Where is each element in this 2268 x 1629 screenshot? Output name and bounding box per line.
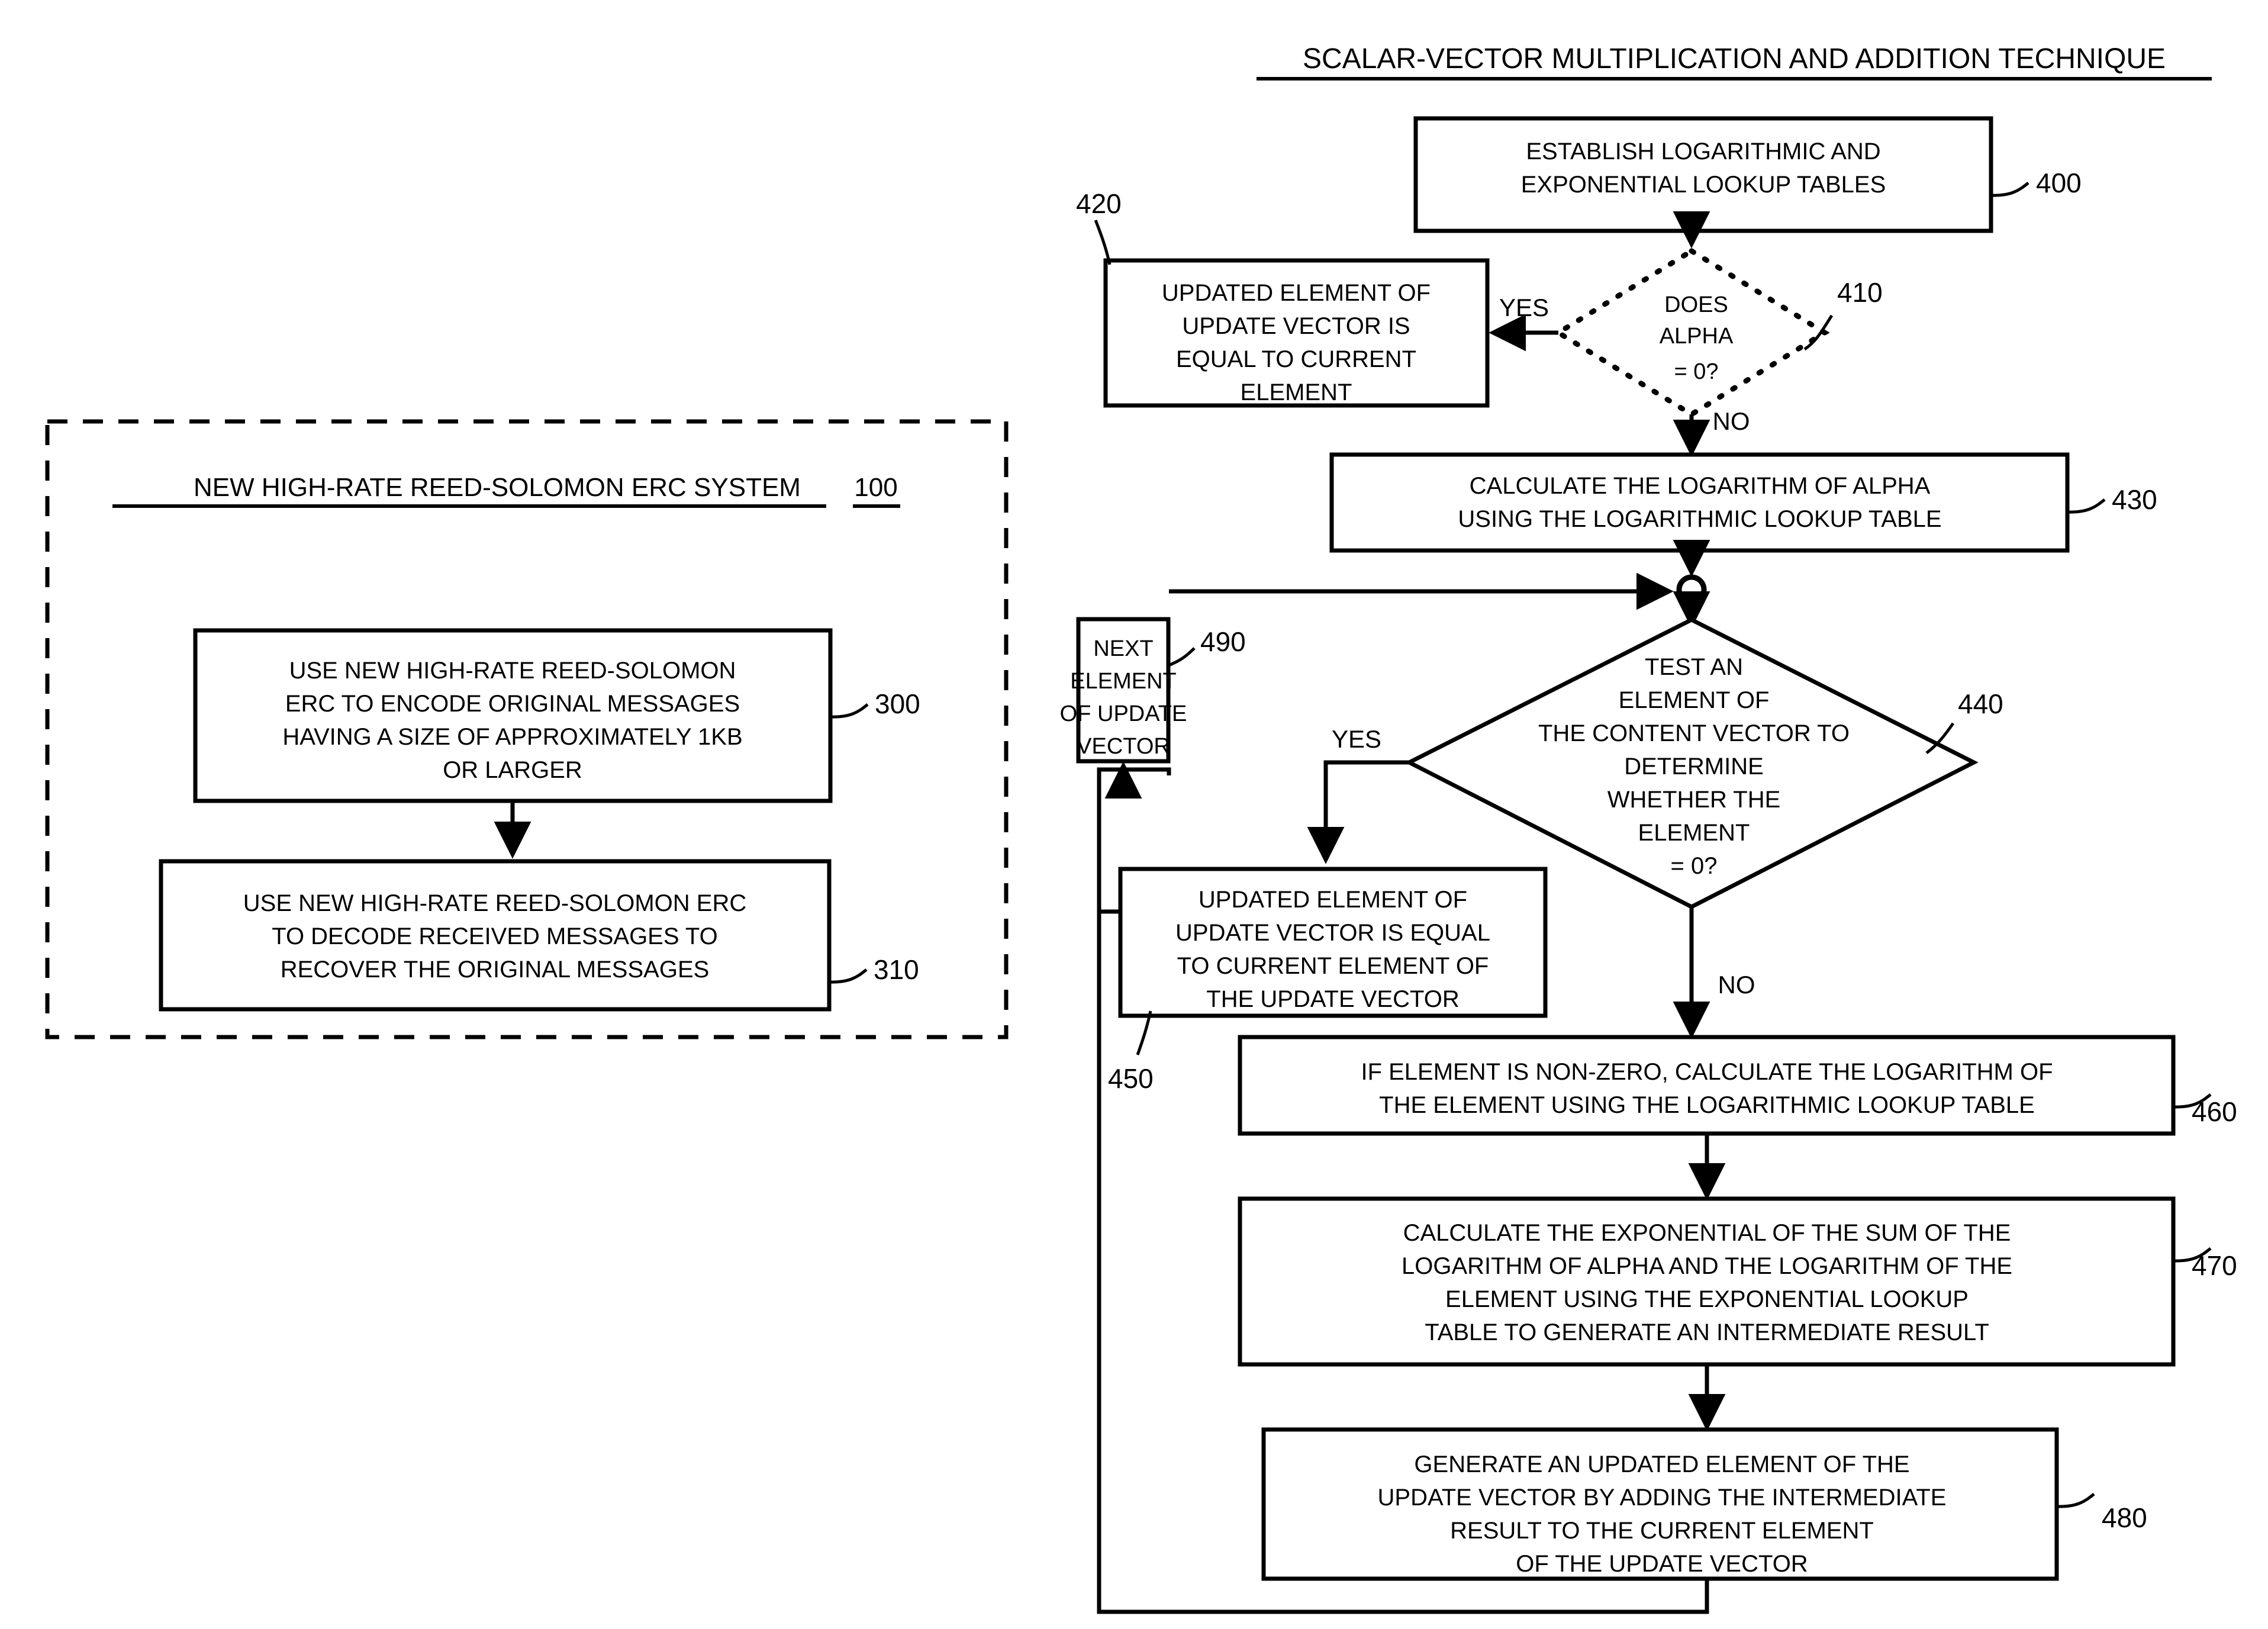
node-310-ref: 310: [874, 954, 919, 985]
node-450-line-1: UPDATE VECTOR IS EQUAL: [1175, 920, 1490, 946]
node-470-line-3: TABLE TO GENERATE AN INTERMEDIATE RESULT: [1425, 1319, 1989, 1345]
node-480-line-1: UPDATE VECTOR BY ADDING THE INTERMEDIATE: [1378, 1485, 1947, 1511]
node-460-box[interactable]: [1238, 1035, 2176, 1136]
node-420-leader: [1094, 220, 1112, 265]
node-410-line-2: = 0?: [1674, 359, 1718, 384]
node-400-line-1: EXPONENTIAL LOOKUP TABLES: [1521, 172, 1886, 198]
node-490-line-2: OF UPDATE: [1060, 701, 1187, 726]
edge-440-yes-to-450: [1307, 760, 1409, 864]
node-410-ref: 410: [1837, 277, 1883, 308]
edge-label-no-alpha: NO: [1713, 407, 1750, 435]
node-440-line-5: ELEMENT: [1638, 820, 1750, 846]
edge-label-yes-alpha: YES: [1499, 294, 1549, 321]
node-480-line-2: RESULT TO THE CURRENT ELEMENT: [1450, 1518, 1874, 1544]
patent-flow-diagram: SCALAR-VECTOR MULTIPLICATION AND ADDITIO…: [45, 43, 2237, 1614]
node-310-line-2: RECOVER THE ORIGINAL MESSAGES: [281, 957, 710, 983]
node-420-line-1: UPDATE VECTOR IS: [1182, 313, 1410, 339]
node-480-ref: 480: [2102, 1502, 2147, 1533]
node-300-line-1: ERC TO ENCODE ORIGINAL MESSAGES: [285, 691, 740, 717]
node-310-line-1: TO DECODE RECEIVED MESSAGES TO: [272, 923, 718, 949]
node-300-line-0: USE NEW HIGH-RATE REED-SOLOMON: [289, 658, 736, 684]
node-450-line-0: UPDATED ELEMENT OF: [1199, 887, 1467, 913]
node-420-line-3: ELEMENT: [1241, 379, 1352, 405]
node-490-leader: [1167, 647, 1196, 668]
node-410-line-1: ALPHA: [1660, 324, 1734, 349]
node-440-line-4: WHETHER THE: [1607, 787, 1781, 813]
node-440-line-1: ELEMENT OF: [1619, 687, 1770, 713]
node-310-line-0: USE NEW HIGH-RATE REED-SOLOMON ERC: [243, 890, 746, 916]
edge-loopback-to-490: [1104, 761, 1171, 799]
node-470-line-2: ELEMENT USING THE EXPONENTIAL LOOKUP: [1445, 1286, 1969, 1312]
node-490-line-0: NEXT: [1093, 636, 1153, 661]
node-400-ref: 400: [2036, 168, 2082, 198]
node-430-line-1: USING THE LOGARITHMIC LOOKUP TABLE: [1458, 506, 1941, 532]
figure-title: SCALAR-VECTOR MULTIPLICATION AND ADDITIO…: [1303, 43, 2166, 75]
node-490-ref: 490: [1200, 626, 1246, 657]
node-480-leader: [2056, 1493, 2095, 1508]
system-panel-title: NEW HIGH-RATE REED-SOLOMON ERC SYSTEM: [194, 473, 801, 502]
node-490-line-3: VECTOR: [1077, 734, 1170, 759]
node-460-ref: 460: [2192, 1096, 2237, 1127]
edge-label-no-element: NO: [1718, 971, 1755, 999]
node-430-box[interactable]: [1329, 452, 2070, 553]
merge-junction-node: [1676, 574, 1707, 605]
node-400-line-0: ESTABLISH LOGARITHMIC AND: [1526, 139, 1880, 165]
node-490-line-1: ELEMENT: [1070, 669, 1176, 694]
node-450-ref: 450: [1108, 1063, 1154, 1094]
node-430-leader: [2067, 498, 2106, 514]
node-470-ref: 470: [2192, 1250, 2237, 1281]
node-470-line-1: LOGARITHM OF ALPHA AND THE LOGARITHM OF …: [1402, 1253, 2012, 1279]
node-440-line-3: DETERMINE: [1624, 754, 1764, 780]
node-440-line-6: = 0?: [1671, 853, 1718, 879]
node-480-line-0: GENERATE AN UPDATED ELEMENT OF THE: [1414, 1451, 1909, 1477]
node-420-ref: 420: [1076, 188, 1122, 219]
node-430-line-0: CALCULATE THE LOGARITHM OF ALPHA: [1470, 473, 1931, 499]
node-460-line-0: IF ELEMENT IS NON-ZERO, CALCULATE THE LO…: [1361, 1059, 2053, 1085]
node-440-line-2: THE CONTENT VECTOR TO: [1538, 720, 1850, 746]
node-460-line-1: THE ELEMENT USING THE LOGARITHMIC LOOKUP…: [1379, 1092, 2035, 1118]
node-300-ref: 300: [875, 688, 920, 719]
figure-canvas: SCALAR-VECTOR MULTIPLICATION AND ADDITIO…: [0, 0, 2268, 1629]
node-420-line-0: UPDATED ELEMENT OF: [1162, 280, 1431, 306]
node-480-line-3: OF THE UPDATE VECTOR: [1516, 1551, 1808, 1577]
node-410-line-0: DOES: [1664, 292, 1728, 317]
system-panel-ref: 100: [854, 473, 897, 502]
node-440-line-0: TEST AN: [1645, 654, 1743, 680]
node-440-ref: 440: [1958, 688, 2003, 719]
node-470-line-0: CALCULATE THE EXPONENTIAL OF THE SUM OF …: [1403, 1220, 2011, 1246]
node-300-line-3: OR LARGER: [443, 757, 582, 783]
node-420-line-2: EQUAL TO CURRENT: [1176, 346, 1416, 372]
node-430-ref: 430: [2112, 484, 2157, 515]
edge-label-yes-element: YES: [1332, 725, 1381, 753]
node-300-line-2: HAVING A SIZE OF APPROXIMATELY 1KB: [282, 724, 742, 750]
node-400-leader: [1990, 182, 2029, 197]
node-450-line-3: THE UPDATE VECTOR: [1206, 986, 1459, 1012]
node-450-line-2: TO CURRENT ELEMENT OF: [1177, 953, 1489, 979]
